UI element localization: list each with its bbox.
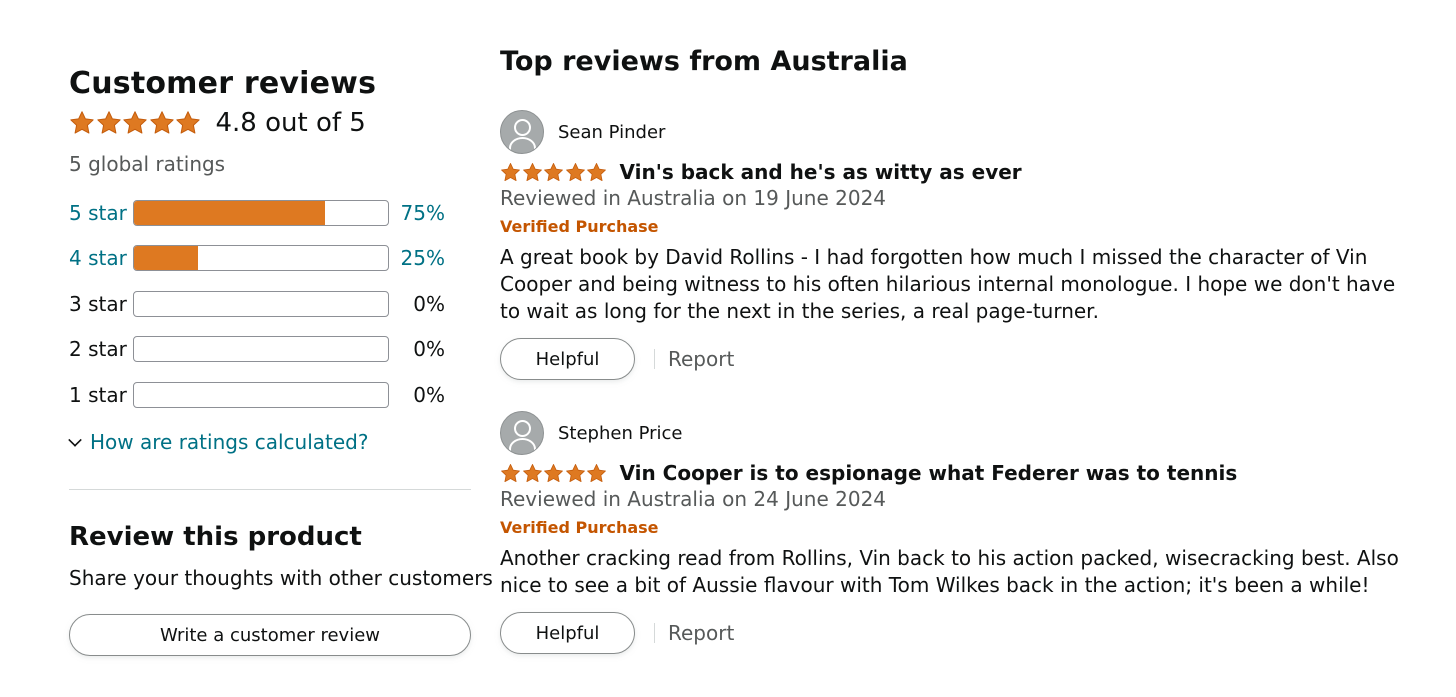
action-separator [654,349,655,369]
customer-reviews-title: Customer reviews [69,66,377,101]
review-product-subtitle: Share your thoughts with other customers [69,566,493,590]
histogram-percent[interactable]: 25% [389,246,445,270]
histogram-bar [133,245,389,271]
histogram-bar [133,200,389,226]
avatar-icon[interactable] [500,110,544,154]
histogram-label[interactable]: 5 star [69,201,133,225]
average-rating-text: 4.8 out of 5 [215,108,366,138]
verified-purchase-badge: Verified Purchase [500,518,659,537]
histogram-row-5-star[interactable]: 5 star 75% [69,198,449,228]
how-ratings-calculated-text[interactable]: How are ratings calculated? [90,430,368,454]
avatar-icon[interactable] [500,411,544,455]
review-stars-icon [500,162,608,183]
review-date: Reviewed in Australia on 24 June 2024 [500,487,887,511]
global-ratings-count: 5 global ratings [69,152,226,176]
write-review-button[interactable]: Write a customer review [69,614,471,656]
review-title[interactable]: Vin's back and he's as witty as ever [620,160,1022,184]
histogram-percent[interactable]: 75% [389,201,445,225]
review-actions: Helpful Report [500,612,734,654]
histogram-row-4-star[interactable]: 4 star 25% [69,243,449,273]
reviewer-profile[interactable]: Stephen Price [500,411,683,455]
histogram-bar [133,336,389,362]
histogram-percent: 0% [413,292,445,316]
review-product-title: Review this product [69,522,362,552]
histogram-label: 1 star [69,383,127,407]
histogram-percent: 0% [413,337,445,361]
average-stars-icon [69,110,202,136]
histogram-bar [133,382,389,408]
review-body: Another cracking read from Rollins, Vin … [500,546,1399,597]
review-stars-icon [500,463,608,484]
histogram-row-3-star: 3 star 0% [69,289,449,319]
helpful-button[interactable]: Helpful [500,612,635,654]
how-ratings-calculated-link[interactable]: How are ratings calculated? [68,430,368,454]
report-link[interactable]: Report [668,621,734,645]
chevron-down-icon [68,433,82,447]
review-title-row[interactable]: Vin Cooper is to espionage what Federer … [500,461,1237,485]
histogram-label: 2 star [69,337,127,361]
histogram-percent: 0% [413,383,445,407]
review-body: A great book by David Rollins - I had fo… [500,245,1396,323]
review-title-row[interactable]: Vin's back and he's as witty as ever [500,160,1022,184]
histogram-label[interactable]: 4 star [69,246,133,270]
reviewer-name[interactable]: Stephen Price [558,423,683,444]
reviewer-name[interactable]: Sean Pinder [558,122,665,143]
review-actions: Helpful Report [500,338,734,380]
histogram-bar [133,291,389,317]
histogram-row-1-star: 1 star 0% [69,380,449,410]
review-date: Reviewed in Australia on 19 June 2024 [500,186,887,210]
histogram-bar-fill [134,201,325,225]
histogram-label: 3 star [69,292,127,316]
action-separator [654,623,655,643]
section-divider [69,489,471,490]
reviewer-profile[interactable]: Sean Pinder [500,110,665,154]
top-reviews-title: Top reviews from Australia [500,46,908,77]
review-title[interactable]: Vin Cooper is to espionage what Federer … [620,461,1238,485]
histogram-bar-fill [134,246,198,270]
histogram-row-2-star: 2 star 0% [69,334,449,364]
average-rating-row: 4.8 out of 5 [69,108,366,138]
helpful-button[interactable]: Helpful [500,338,635,380]
verified-purchase-badge: Verified Purchase [500,217,659,236]
report-link[interactable]: Report [668,347,734,371]
